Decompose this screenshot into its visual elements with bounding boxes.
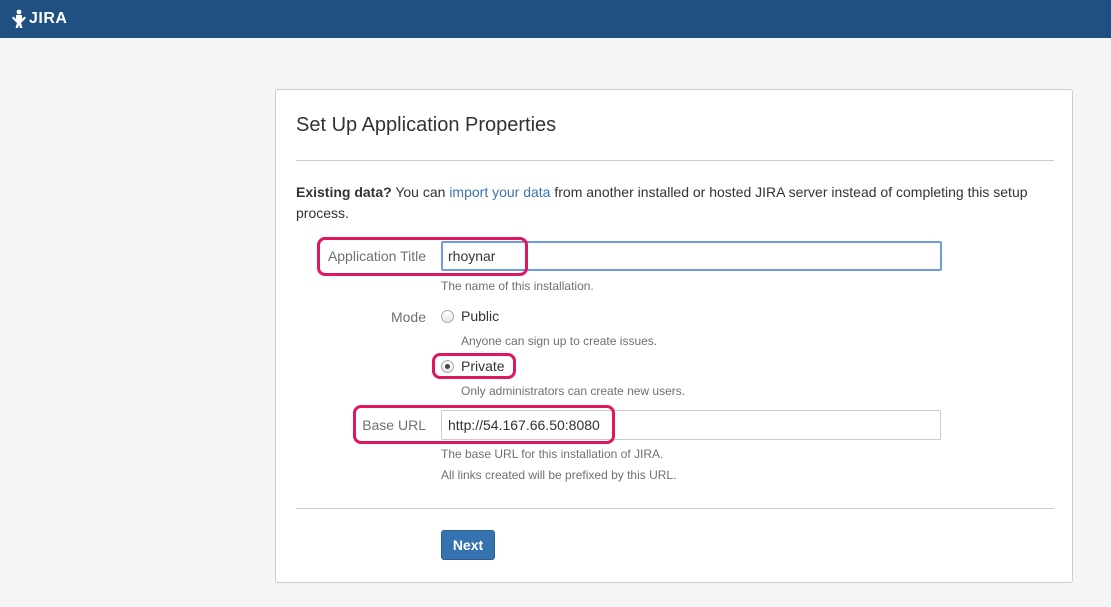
public-radio-label[interactable]: Public [461, 308, 499, 324]
import-data-link[interactable]: import your data [449, 184, 550, 200]
base-url-hint: The base URL for this installation of JI… [441, 447, 664, 461]
private-radio-label[interactable]: Private [461, 358, 505, 374]
base-url-label: Base URL [362, 417, 426, 433]
title-divider [296, 160, 1054, 161]
info-text-before: You can [391, 184, 450, 200]
application-title-label: Application Title [327, 248, 426, 264]
next-button[interactable]: Next [441, 530, 495, 560]
footer-divider [296, 508, 1054, 509]
public-hint: Anyone can sign up to create issues. [461, 334, 658, 348]
public-radio[interactable] [441, 310, 454, 323]
mode-label: Mode [390, 309, 426, 325]
private-hint: Only administrators can create new users… [461, 384, 686, 398]
logo-text: JIRA [29, 10, 68, 27]
existing-data-label: Existing data? [296, 184, 392, 200]
jira-logo-icon [12, 9, 26, 28]
application-title-hint: The name of this installation. [441, 279, 594, 293]
jira-logo[interactable]: JIRA [11, 8, 67, 30]
top-bar: JIRA [0, 0, 1111, 38]
private-radio[interactable] [441, 360, 454, 373]
base-url-input[interactable] [441, 410, 941, 440]
setup-panel: Set Up Application Properties Existing d… [275, 89, 1073, 583]
page-title: Set Up Application Properties [296, 114, 557, 136]
existing-data-message: Existing data? You can import your data … [296, 182, 1056, 224]
application-title-input[interactable] [441, 241, 942, 271]
base-url-prefix-hint: All links created will be prefixed by th… [441, 468, 677, 482]
